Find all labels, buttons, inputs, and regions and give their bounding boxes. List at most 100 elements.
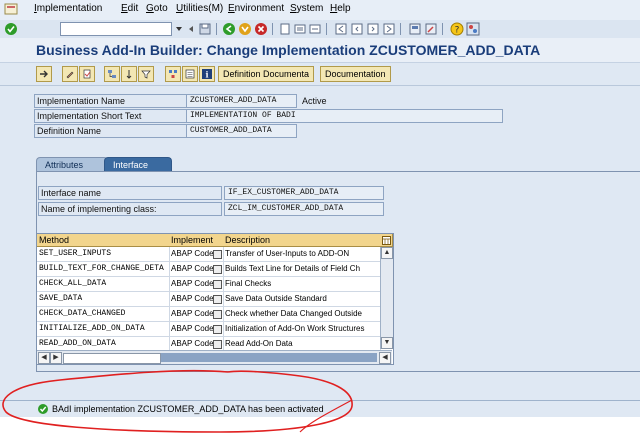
definition-name-field[interactable]: CUSTOMER_ADD_DATA [186, 124, 297, 138]
tab-interface[interactable]: Interface [104, 157, 172, 172]
implement-cell[interactable]: ABAP Code [169, 262, 224, 276]
column-header-implement[interactable]: Implement [169, 234, 224, 247]
edit-pencil-icon[interactable] [62, 66, 78, 82]
method-cell[interactable]: CHECK_ALL_DATA [37, 277, 170, 291]
svg-text:?: ? [455, 26, 460, 36]
method-cell[interactable]: INITIALIZE_ADD_ON_DATA [37, 322, 170, 336]
impl-name-label: Implementation Name [34, 94, 188, 108]
command-field[interactable] [60, 22, 172, 36]
method-cell[interactable]: READ_ADD_ON_DATA [37, 337, 170, 351]
activate-icon[interactable] [79, 66, 95, 82]
object-list-icon[interactable] [182, 66, 198, 82]
scroll-right-icon[interactable]: ▶ [50, 352, 62, 364]
implementing-class-field[interactable]: ZCL_IM_CUSTOMER_ADD_DATA [224, 202, 384, 216]
implement-dropdown-icon[interactable] [213, 325, 222, 334]
exit-icon[interactable] [238, 22, 252, 36]
method-cell[interactable]: CHECK_DATA_CHANGED [37, 307, 170, 321]
description-cell: Final Checks [223, 277, 381, 291]
table-row[interactable]: SAVE_DATA ABAP Code Save Data Outside Stan… [37, 292, 381, 307]
title-bar: Business Add-In Builder: Change Implemen… [0, 38, 640, 63]
menu-edit[interactable]: Edit [121, 3, 138, 14]
method-cell[interactable]: SET_USER_INPUTS [37, 247, 170, 261]
implement-cell[interactable]: ABAP Code [169, 292, 224, 306]
column-header-method[interactable]: Method [37, 234, 170, 247]
impl-name-field[interactable]: ZCUSTOMER_ADD_DATA [186, 94, 297, 108]
menu-system[interactable]: System [290, 3, 323, 14]
vertical-scrollbar[interactable]: ▲ ▼ [380, 247, 393, 349]
methods-table: Method Implement Description SET_USER_IN… [36, 233, 394, 365]
description-cell: Builds Text Line for Details of Field Ch [223, 262, 381, 276]
horizontal-scrollbar[interactable]: ◀ ▶ ◀ [37, 350, 392, 364]
table-row[interactable]: INITIALIZE_ADD_ON_DATA ABAP Code Initializ… [37, 322, 381, 337]
menu-goto[interactable]: Goto [146, 3, 168, 14]
create-session-icon[interactable] [408, 22, 422, 36]
structure-icon[interactable] [165, 66, 181, 82]
table-row[interactable]: CHECK_DATA_CHANGED ABAP Code Check whether… [37, 307, 381, 322]
back-icon[interactable] [222, 22, 236, 36]
method-cell[interactable]: SAVE_DATA [37, 292, 170, 306]
interface-name-field[interactable]: IF_EX_CUSTOMER_ADD_DATA [224, 186, 384, 200]
scroll-up-icon[interactable]: ▲ [381, 247, 393, 259]
implement-dropdown-icon[interactable] [213, 280, 222, 289]
table-row[interactable]: SET_USER_INPUTS ABAP Code Transfer of User… [37, 247, 381, 262]
info-icon[interactable]: i [199, 66, 215, 82]
hierarchy-icon[interactable] [104, 66, 120, 82]
implement-cell[interactable]: ABAP Code [169, 307, 224, 321]
column-header-description[interactable]: Description [223, 234, 381, 247]
horizontal-scroll-thumb[interactable] [63, 353, 161, 364]
filter-icon[interactable] [138, 66, 154, 82]
bottom-strip [0, 417, 640, 433]
next-page-icon[interactable] [366, 22, 380, 36]
enter-check-icon[interactable] [4, 22, 18, 36]
sort-icon[interactable] [121, 66, 137, 82]
menu-utilities[interactable]: Utilities(M) [176, 3, 223, 14]
method-cell[interactable]: BUILD_TEXT_FOR_CHANGE_DETA [37, 262, 170, 276]
print-icon[interactable] [278, 22, 292, 36]
history-back-icon[interactable] [184, 22, 198, 36]
horizontal-scroll-track[interactable] [161, 353, 377, 362]
implement-cell[interactable]: ABAP Code [169, 322, 224, 336]
scroll-left-end-icon[interactable]: ◀ [379, 352, 391, 364]
menu-environment[interactable]: Environment [228, 3, 284, 14]
save-icon[interactable] [198, 22, 212, 36]
implement-dropdown-icon[interactable] [213, 340, 222, 349]
menu-help[interactable]: Help [330, 3, 351, 14]
implement-cell[interactable]: ABAP Code [169, 247, 224, 261]
customize-layout-icon[interactable] [466, 22, 480, 36]
shortcut-icon[interactable] [424, 22, 438, 36]
implement-cell[interactable]: ABAP Code [169, 337, 224, 351]
scroll-left-icon[interactable]: ◀ [38, 352, 50, 364]
implement-dropdown-icon[interactable] [213, 250, 222, 259]
first-page-icon[interactable] [334, 22, 348, 36]
menu-implementation[interactable]: Implementation [34, 3, 102, 14]
find-next-icon[interactable] [308, 22, 322, 36]
table-settings-icon[interactable] [380, 234, 393, 247]
implement-dropdown-icon[interactable] [213, 265, 222, 274]
previous-page-icon[interactable] [350, 22, 364, 36]
description-cell: Initialization of Add-On Work Structures [223, 322, 381, 336]
documentation-button[interactable]: Documentation [320, 66, 391, 82]
short-text-field[interactable]: IMPLEMENTATION OF BADI [186, 109, 503, 123]
tab-attributes[interactable]: Attributes [36, 157, 108, 172]
status-bar: BAdI implementation ZCUSTOMER_ADD_DATA h… [0, 400, 640, 418]
description-cell: Read Add-On Data [223, 337, 381, 351]
help-icon[interactable]: ? [450, 22, 464, 36]
display-change-icon[interactable] [36, 66, 52, 82]
last-page-icon[interactable] [382, 22, 396, 36]
implement-dropdown-icon[interactable] [213, 295, 222, 304]
implementing-class-label: Name of implementing class: [38, 202, 222, 216]
implement-cell[interactable]: ABAP Code [169, 277, 224, 291]
table-row[interactable]: BUILD_TEXT_FOR_CHANGE_DETA ABAP Code Build… [37, 262, 381, 277]
find-icon[interactable] [293, 22, 307, 36]
implement-value: ABAP Code [171, 294, 214, 303]
page-title: Business Add-In Builder: Change Implemen… [36, 42, 541, 58]
definition-name-label: Definition Name [34, 124, 188, 138]
implement-value: ABAP Code [171, 279, 214, 288]
implement-dropdown-icon[interactable] [213, 310, 222, 319]
definition-documentation-button[interactable]: Definition Documenta [218, 66, 315, 82]
table-row[interactable]: CHECK_ALL_DATA ABAP Code Final Checks [37, 277, 381, 292]
window-menu-icon[interactable] [4, 2, 18, 16]
scroll-down-icon[interactable]: ▼ [381, 337, 393, 349]
application-toolbar: i Definition Documenta Documentation [0, 63, 640, 86]
cancel-icon[interactable] [254, 22, 268, 36]
